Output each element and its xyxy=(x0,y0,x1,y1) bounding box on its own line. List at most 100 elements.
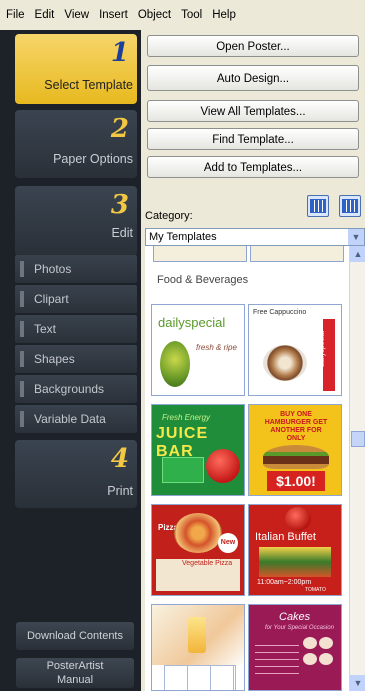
template-panel: Open Poster... Auto Design... View All T… xyxy=(141,30,365,691)
item-marker xyxy=(20,321,24,337)
coffee-cup-image xyxy=(263,345,307,381)
menu-edit[interactable]: Edit xyxy=(31,9,59,21)
template-thumb-italian-buffet[interactable]: Italian Buffet 11:00am~2:00pm TOMATO xyxy=(248,504,342,596)
edit-item-text[interactable]: Text xyxy=(15,315,137,343)
small-thumbnails-view-button[interactable] xyxy=(339,195,361,217)
apple-image xyxy=(206,449,240,483)
menu-box xyxy=(162,457,204,483)
food-image xyxy=(259,547,331,577)
item-label: Text xyxy=(34,322,57,336)
template-thumb-free-cappuccino[interactable]: Free Cappuccino dailyspecial xyxy=(248,304,342,396)
manual-button[interactable]: PosterArtist Manual xyxy=(16,658,134,688)
partial-thumbnail[interactable] xyxy=(250,246,344,262)
scroll-down-icon[interactable]: ▼ xyxy=(350,675,365,691)
item-marker xyxy=(20,381,24,397)
edit-item-backgrounds[interactable]: Backgrounds xyxy=(15,375,137,403)
glass-image xyxy=(188,617,206,653)
chevron-down-icon[interactable]: ▼ xyxy=(348,229,364,245)
category-label: Category: xyxy=(145,210,193,222)
grid-block xyxy=(164,665,236,690)
cake-image xyxy=(319,637,333,649)
manual-label-line2: Manual xyxy=(56,674,94,686)
template-thumb-dailyspecial-fresh[interactable]: dailyspecial fresh & ripe xyxy=(151,304,245,396)
find-template-button[interactable]: Find Template... xyxy=(147,128,359,150)
step-label: Select Template xyxy=(44,78,133,92)
burger-image xyxy=(263,445,329,469)
category-select[interactable]: My Templates ▼ xyxy=(145,228,365,246)
menu-object[interactable]: Object xyxy=(134,9,175,21)
item-marker xyxy=(20,351,24,367)
step-label: Paper Options xyxy=(53,152,133,166)
step-paper-options[interactable]: 2 Paper Options xyxy=(15,110,137,178)
step-select-template[interactable]: 1 Select Template xyxy=(15,34,137,104)
template-thumb-pizza[interactable]: Pizza New Vegetable Pizza xyxy=(151,504,245,596)
cake-image xyxy=(319,653,333,665)
step-number: 3 xyxy=(110,190,129,220)
thumb-top-text: Fresh Energy xyxy=(162,413,211,422)
download-contents-button[interactable]: Download Contents xyxy=(16,622,134,650)
edit-item-variable-data[interactable]: Variable Data xyxy=(15,405,137,433)
scroll-up-icon[interactable]: ▲ xyxy=(350,246,365,262)
item-label: Shapes xyxy=(34,352,75,366)
item-marker xyxy=(20,411,24,427)
manual-label-line1: PosterArtist xyxy=(46,660,104,672)
cake-image xyxy=(303,637,317,649)
item-marker xyxy=(20,291,24,307)
menu-bar: File Edit View Insert Object Tool Help xyxy=(0,0,365,31)
workflow-sidebar: 1 Select Template 2 Paper Options 3 Edit… xyxy=(0,30,141,691)
step-edit[interactable]: 3 Edit xyxy=(15,186,137,256)
cake-image xyxy=(303,653,317,665)
auto-design-button[interactable]: Auto Design... xyxy=(147,65,359,91)
thumb-badge: New xyxy=(218,533,238,553)
price-list xyxy=(255,639,299,679)
edit-item-shapes[interactable]: Shapes xyxy=(15,345,137,373)
add-to-templates-button[interactable]: Add to Templates... xyxy=(147,156,359,178)
template-thumb-burger-special[interactable]: BUY ONE HAMBURGER GET ANOTHER FOR ONLY $… xyxy=(248,404,342,496)
thumb-time: 11:00am~2:00pm xyxy=(257,579,312,586)
step-label: Print xyxy=(107,484,133,498)
thumb-top-text: BUY ONE HAMBURGER GET ANOTHER FOR ONLY xyxy=(264,411,328,442)
partial-thumbnail[interactable] xyxy=(153,246,247,262)
step-number: 1 xyxy=(110,38,129,68)
gallery-scrollbar[interactable]: ▲ ▼ xyxy=(349,246,365,691)
menu-file[interactable]: File xyxy=(2,9,29,21)
item-marker xyxy=(20,261,24,277)
item-label: Variable Data xyxy=(34,412,106,426)
thumb-subtitle: Vegetable Pizza xyxy=(182,560,233,567)
item-label: Clipart xyxy=(34,292,69,306)
thumb-title: dailyspecial xyxy=(158,315,226,330)
scrollbar-thumb[interactable] xyxy=(351,431,365,447)
edit-item-photos[interactable]: Photos xyxy=(15,255,137,283)
menu-help[interactable]: Help xyxy=(208,9,240,21)
menu-tool[interactable]: Tool xyxy=(177,9,206,21)
template-gallery: Food & Beverages dailyspecial fresh & ri… xyxy=(145,246,349,691)
open-poster-button[interactable]: Open Poster... xyxy=(147,35,359,57)
thumb-subtitle: fresh & ripe xyxy=(196,343,237,352)
step-number: 2 xyxy=(110,114,129,144)
group-label: Food & Beverages xyxy=(157,274,249,286)
step-print[interactable]: 4 Print xyxy=(15,440,137,508)
thumb-title: Italian Buffet xyxy=(255,531,316,543)
template-thumb-cakes[interactable]: Cakes for Your Special Occasion xyxy=(248,604,342,691)
template-thumb-drink[interactable] xyxy=(151,604,245,691)
item-label: Backgrounds xyxy=(34,382,105,396)
thumb-brand: dailyspecial xyxy=(319,330,326,367)
pizza-image xyxy=(174,513,222,553)
step-number: 4 xyxy=(110,444,129,474)
template-thumb-juice-bar[interactable]: Fresh Energy JUICE BAR xyxy=(151,404,245,496)
thumb-title: Cakes xyxy=(279,611,311,623)
menu-insert[interactable]: Insert xyxy=(95,9,132,21)
step-label: Edit xyxy=(111,226,133,240)
thumb-title: Free Cappuccino xyxy=(253,309,307,316)
menu-view[interactable]: View xyxy=(60,9,93,21)
grid-large-icon xyxy=(310,199,326,213)
fruit-image xyxy=(160,341,190,387)
thumb-subtitle: for Your Special Occasion xyxy=(265,625,334,631)
grid-small-icon xyxy=(342,199,358,213)
tomato-image xyxy=(285,507,311,531)
item-label: Photos xyxy=(34,262,72,276)
thumb-price: $1.00! xyxy=(267,471,325,491)
large-thumbnails-view-button[interactable] xyxy=(307,195,329,217)
view-all-templates-button[interactable]: View All Templates... xyxy=(147,100,359,122)
edit-item-clipart[interactable]: Clipart xyxy=(15,285,137,313)
